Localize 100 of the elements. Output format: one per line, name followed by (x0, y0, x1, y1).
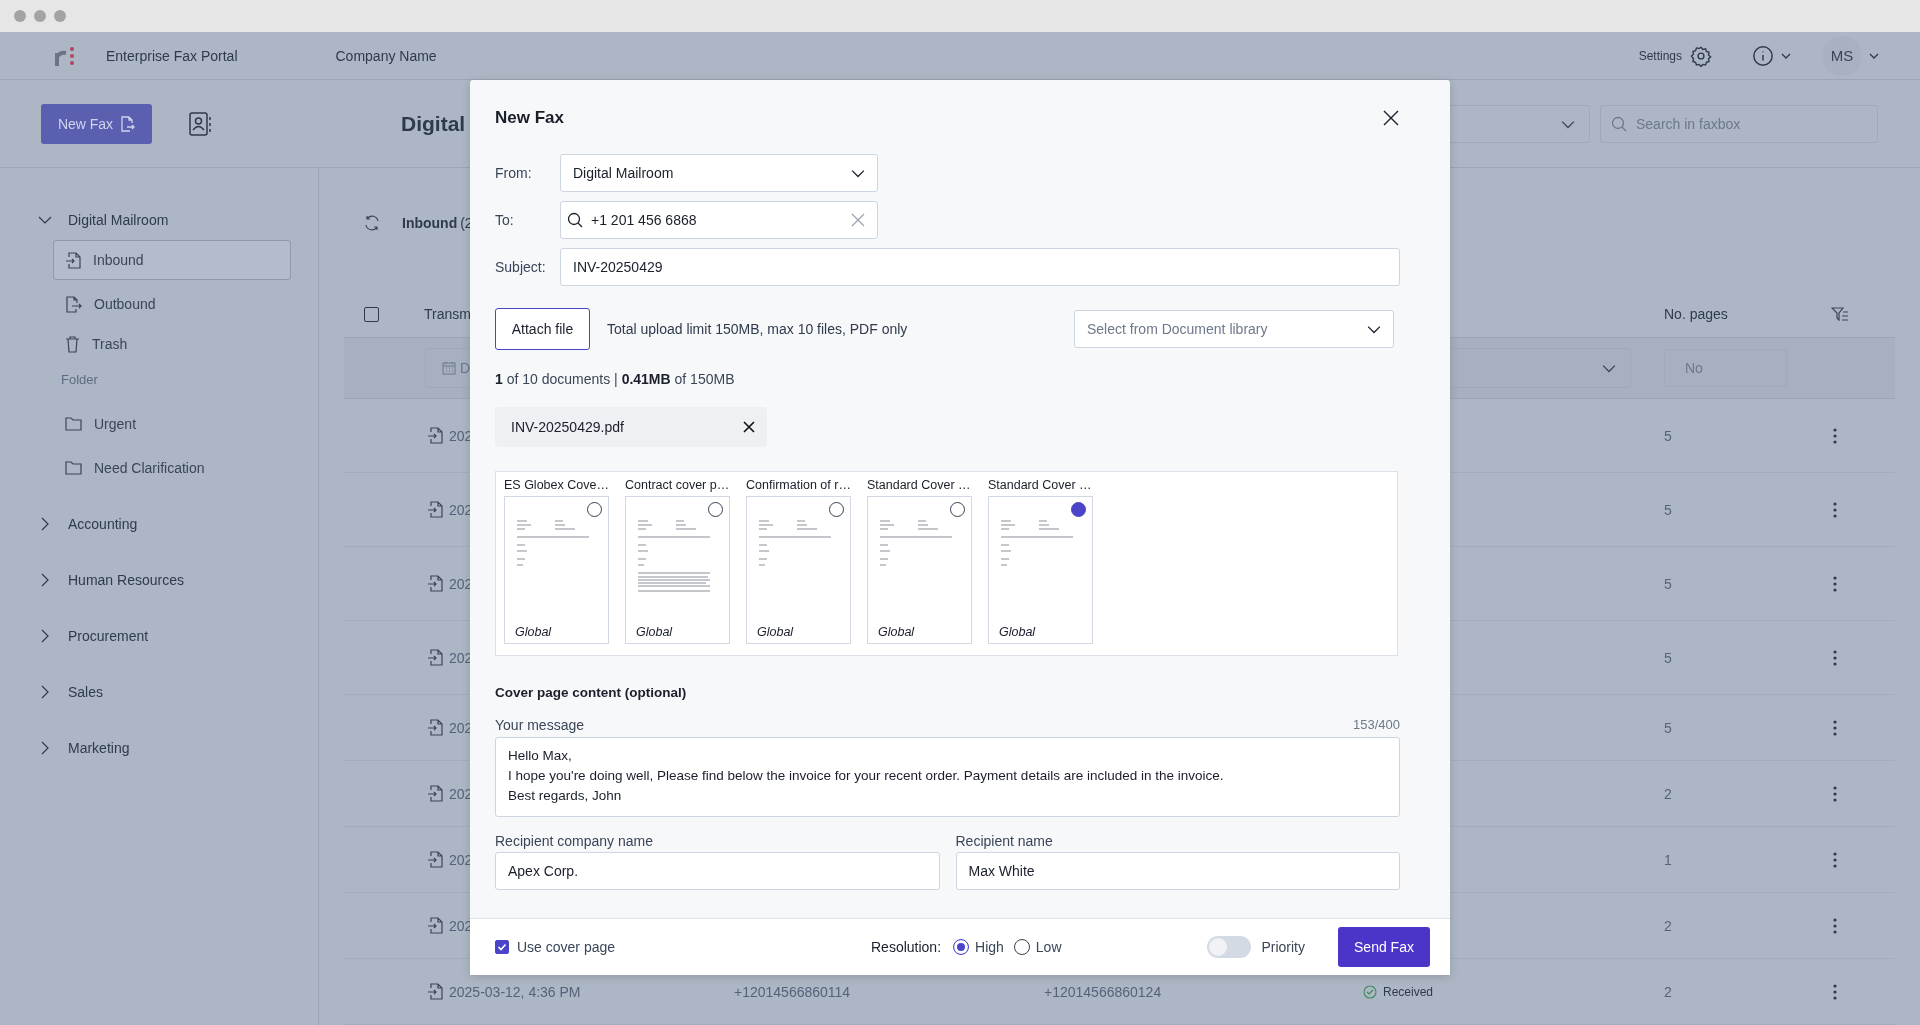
sidebar-item[interactable]: Inbound (53, 240, 291, 280)
document-arrow-in-icon (427, 501, 443, 518)
settings-icon[interactable] (1690, 44, 1712, 67)
tag-label: Global (999, 625, 1036, 639)
more-options-icon[interactable] (1833, 575, 1837, 592)
user-avatar[interactable]: MS (1822, 35, 1862, 76)
document-arrow-in-icon (427, 719, 443, 736)
more-options-icon[interactable] (1833, 719, 1837, 736)
recipient-name-field[interactable]: Max White (955, 852, 1400, 890)
sidebar-item[interactable]: Outbound (53, 288, 291, 320)
radio-button[interactable] (587, 502, 602, 517)
template-preview[interactable]: Global (746, 496, 851, 644)
send-fax-button[interactable]: Send Fax (1338, 927, 1430, 967)
check-circle-icon (1363, 984, 1377, 999)
document-arrow-in-icon (427, 575, 443, 592)
document-arrow-in-icon (427, 917, 443, 934)
tree-group[interactable]: Digital Mailroom (0, 200, 318, 240)
document-arrow-in-icon (65, 251, 81, 269)
filter-list-icon[interactable] (1831, 307, 1849, 321)
tag-label: Global (878, 625, 915, 639)
table-cell: +12014566860124 (1044, 983, 1162, 1000)
field-label: To: (495, 212, 515, 228)
radio-label[interactable]: High (975, 939, 1004, 955)
more-options-icon[interactable] (1833, 785, 1837, 802)
more-options-icon[interactable] (1833, 649, 1837, 666)
tree-group[interactable]: Accounting (0, 496, 318, 552)
document-library-select[interactable]: Select from Document library (1074, 310, 1394, 348)
template-title: Contract cover p… (625, 478, 730, 494)
message-field[interactable]: Hello Max, I hope you're doing well, Please find below the invoice for your recent order. Payment details are included in the invoice. Best regards, John (495, 737, 1400, 817)
recipient-number-field[interactable]: +1 201 456 6868 (560, 201, 878, 239)
remove-icon[interactable] (743, 421, 755, 433)
sidebar-item[interactable]: Trash (53, 328, 291, 360)
table-cell-text: 5 (1664, 501, 1673, 518)
more-options-icon[interactable] (1833, 427, 1837, 444)
checkbox-label[interactable]: Use cover page (517, 939, 616, 955)
close-icon[interactable] (1383, 110, 1399, 126)
radio-button[interactable] (708, 502, 723, 517)
settings-link[interactable]: Settings (1638, 48, 1682, 63)
radio-button[interactable] (953, 939, 970, 955)
document-arrow-icon (119, 115, 136, 132)
dialog-title: New Fax (495, 108, 564, 128)
template-title: Standard Cover … (867, 478, 972, 494)
table-cell: 2025-03-12, 4:36 PM (449, 983, 581, 1000)
page-title: Digital (401, 111, 466, 136)
template-preview[interactable]: Global (867, 496, 972, 644)
from-select[interactable]: Digital Mailroom (560, 154, 878, 192)
radio-button[interactable] (829, 502, 844, 517)
more-options-icon[interactable] (1833, 501, 1837, 518)
upload-summary: 1 of 10 documents | 0.41MB of 150MB (495, 371, 736, 387)
radio-label[interactable]: Low (1035, 939, 1062, 955)
contact-book-icon[interactable] (189, 111, 211, 136)
table-cell-text: 1 (1664, 851, 1673, 868)
sidebar-item[interactable]: Need Clarification (53, 452, 291, 484)
document-arrow-out-icon (65, 295, 82, 313)
search-icon (1611, 115, 1627, 132)
table-cell-text: 2 (1664, 917, 1673, 934)
priority-toggle[interactable] (1207, 936, 1252, 958)
radio-button[interactable] (1013, 939, 1030, 955)
refresh-icon[interactable] (364, 214, 380, 231)
document-arrow-in-icon (427, 785, 443, 802)
status-label: Received (1383, 984, 1434, 999)
document-arrow-in-icon (427, 427, 443, 444)
more-options-icon[interactable] (1833, 917, 1837, 934)
table-cell-text: 2 (1664, 983, 1673, 1000)
file-chip: INV-20250429.pdf (495, 407, 767, 447)
toggle-label: Priority (1261, 939, 1305, 955)
field-label: Your message (495, 717, 584, 733)
character-counter: 153/400 (1353, 717, 1400, 733)
template-title: Confirmation of r… (746, 478, 851, 494)
radio-button[interactable] (1071, 502, 1086, 517)
table-cell-text: 5 (1664, 719, 1673, 736)
more-options-icon[interactable] (1833, 983, 1837, 1000)
table-cell-text: 5 (1664, 649, 1673, 666)
template-preview[interactable]: Global (988, 496, 1093, 644)
select-all-checkbox[interactable] (364, 306, 379, 322)
table-cell-text: 5 (1664, 427, 1673, 444)
company-name-field[interactable]: Apex Corp. (495, 852, 940, 890)
column-header[interactable]: No. pages (1664, 306, 1809, 322)
radio-button[interactable] (950, 502, 965, 517)
new-fax-button[interactable]: New Fax (41, 103, 152, 144)
info-icon[interactable] (1752, 44, 1774, 67)
trash-icon (65, 335, 80, 353)
tree-group[interactable]: Marketing (0, 720, 318, 776)
sidebar-item[interactable]: Urgent (53, 408, 291, 440)
attach-file-button[interactable]: Attach file (495, 308, 590, 350)
tag-label: Global (515, 625, 552, 639)
tree-group[interactable]: Procurement (0, 608, 318, 664)
logo-icon (54, 44, 76, 67)
document-arrow-in-icon (427, 983, 443, 1000)
tree-group[interactable]: Sales (0, 664, 318, 720)
folder-icon (65, 461, 82, 475)
template-preview[interactable]: Global (625, 496, 730, 644)
checkbox[interactable] (495, 940, 509, 954)
subject-field[interactable]: INV-20250429 (560, 248, 1400, 286)
more-options-icon[interactable] (1833, 851, 1837, 868)
checkmark-icon (497, 942, 507, 952)
section-heading: Folder (61, 372, 99, 389)
template-preview[interactable]: Global (504, 496, 609, 644)
tree-group[interactable]: Human Resources (0, 552, 318, 608)
document-arrow-in-icon (427, 851, 443, 868)
